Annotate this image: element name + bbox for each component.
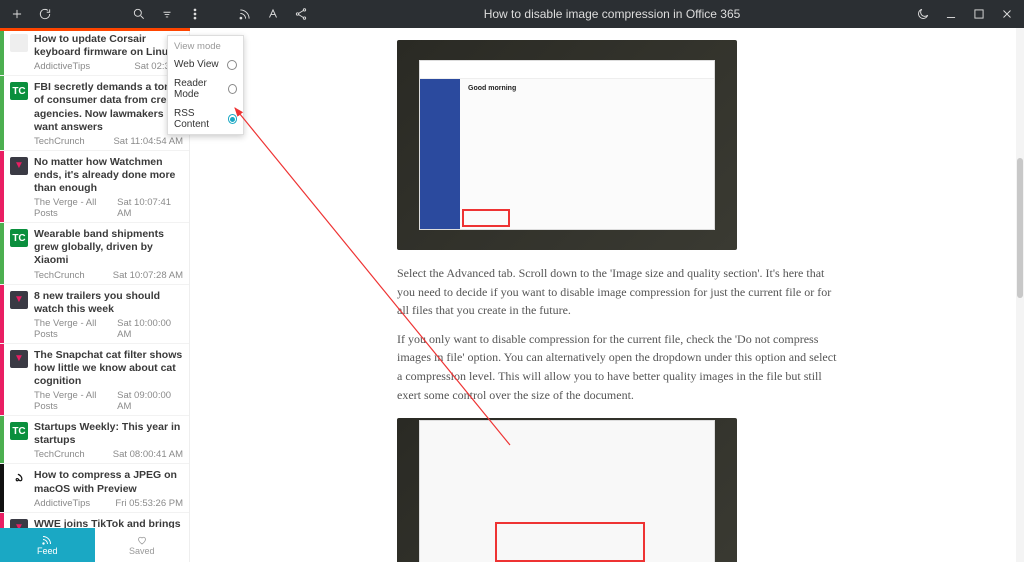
feed-list: How to update Corsair keyboard firmware …: [0, 28, 189, 528]
feed-item-source: The Verge - All Posts: [34, 390, 117, 412]
unread-mark: [0, 76, 4, 150]
feed-item-time: Sat 10:00:00 AM: [117, 318, 183, 340]
feed-item-title: 8 new trailers you should watch this wee…: [34, 290, 183, 316]
article-screenshot-2: [397, 418, 737, 562]
feed-item-title: How to compress a JPEG on macOS with Pre…: [34, 469, 183, 495]
radio-icon: [228, 114, 237, 124]
feed-item[interactable]: TC Wearable band shipments grew globally,…: [0, 223, 189, 284]
feed-item[interactable]: TC FBI secretly demands a ton of consumer…: [0, 76, 189, 151]
feed-item-title: The Snapchat cat filter shows how little…: [34, 349, 183, 388]
add-icon[interactable]: [10, 7, 24, 21]
minimize-icon[interactable]: [944, 7, 958, 21]
search-icon[interactable]: [132, 7, 146, 21]
feed-item[interactable]: How to update Corsair keyboard firmware …: [0, 28, 189, 76]
feed-item[interactable]: ▼ 8 new trailers you should watch this we…: [0, 285, 189, 344]
feed-item-source: TechCrunch: [34, 270, 85, 281]
view-mode-popup: View mode Web View Reader Mode RSS Content: [167, 35, 244, 135]
scrollbar-thumb[interactable]: [1017, 158, 1023, 298]
unread-mark: [0, 285, 4, 343]
source-favicon: ▼: [10, 291, 28, 309]
feed-item-time: Fri 05:53:26 PM: [115, 498, 183, 509]
scrollbar[interactable]: [1016, 28, 1024, 562]
feed-item-time: Sat 10:07:28 AM: [113, 270, 183, 281]
feed-item-source: AddictiveTips: [34, 61, 90, 72]
source-favicon: TC: [10, 229, 28, 247]
feed-item-source: TechCrunch: [34, 449, 85, 460]
load-progress: [0, 28, 190, 31]
view-mode-option-label: Reader Mode: [174, 78, 228, 100]
source-favicon: TC: [10, 82, 28, 100]
feed-item-title: Startups Weekly: This year in startups: [34, 421, 183, 447]
unread-mark: [0, 513, 4, 528]
view-mode-option[interactable]: Web View: [168, 55, 243, 74]
feed-item[interactable]: ▼ No matter how Watchmen ends, it's alrea…: [0, 151, 189, 223]
article-body: Good morning Select the Advanced tab. Sc…: [337, 28, 877, 562]
night-mode-icon[interactable]: [916, 7, 930, 21]
article-paragraph: If you only want to disable compression …: [397, 330, 837, 404]
feed-item-title: How to update Corsair keyboard firmware …: [34, 33, 183, 59]
maximize-icon[interactable]: [972, 7, 986, 21]
feed-item-source: TechCrunch: [34, 136, 85, 147]
heart-icon: [136, 534, 148, 546]
tab-saved[interactable]: Saved: [95, 528, 190, 562]
feed-item-source: AddictiveTips: [34, 498, 90, 509]
window-title: How to disable image compression in Offi…: [484, 7, 741, 21]
share-icon[interactable]: [294, 7, 308, 21]
unread-mark: [0, 464, 4, 511]
source-favicon: TC: [10, 422, 28, 440]
tab-feed-label: Feed: [37, 546, 58, 556]
radio-icon: [227, 60, 237, 70]
source-favicon: ఎ: [10, 470, 28, 488]
feed-item[interactable]: TC Startups Weekly: This year in startups…: [0, 416, 189, 464]
feed-item-title: WWE joins TikTok and brings popular entr…: [34, 518, 183, 528]
view-mode-option-label: Web View: [174, 59, 219, 70]
feed-item-source: The Verge - All Posts: [34, 318, 117, 340]
feed-item-time: Sat 09:00:00 AM: [117, 390, 183, 412]
view-mode-option[interactable]: Reader Mode: [168, 74, 243, 104]
view-mode-option[interactable]: RSS Content: [168, 104, 243, 134]
article-screenshot-1: Good morning: [397, 40, 737, 250]
feed-item-time: Sat 10:07:41 AM: [117, 197, 183, 219]
feed-item-title: No matter how Watchmen ends, it's alread…: [34, 156, 183, 195]
titlebar: How to disable image compression in Offi…: [0, 0, 1024, 28]
article-paragraph: Select the Advanced tab. Scroll down to …: [397, 264, 837, 320]
tab-saved-label: Saved: [129, 546, 155, 556]
unread-mark: [0, 151, 4, 222]
sidebar-bottom-tabs: Feed Saved: [0, 528, 189, 562]
source-favicon: [10, 34, 28, 52]
unread-mark: [0, 28, 4, 75]
popup-header: View mode: [168, 36, 243, 55]
rss-icon: [41, 534, 53, 546]
view-mode-option-label: RSS Content: [174, 108, 228, 130]
feed-item-title: Wearable band shipments grew globally, d…: [34, 228, 183, 267]
refresh-icon[interactable]: [38, 7, 52, 21]
feed-item-time: Sat 11:04:54 AM: [113, 136, 183, 147]
source-favicon: ▼: [10, 350, 28, 368]
feed-item-time: Sat 08:00:41 AM: [113, 449, 183, 460]
feed-item-source: The Verge - All Posts: [34, 197, 117, 219]
unread-mark: [0, 416, 4, 463]
sort-icon[interactable]: [160, 7, 174, 21]
feed-item[interactable]: ▼ The Snapchat cat filter shows how littl…: [0, 344, 189, 416]
source-favicon: ▼: [10, 519, 28, 528]
unread-mark: [0, 344, 4, 415]
more-icon[interactable]: [188, 7, 202, 21]
radio-icon: [228, 84, 237, 94]
source-favicon: ▼: [10, 157, 28, 175]
tab-feed[interactable]: Feed: [0, 528, 95, 562]
feed-item-title: FBI secretly demands a ton of consumer d…: [34, 81, 183, 134]
feed-sidebar: How to update Corsair keyboard firmware …: [0, 28, 190, 562]
content-pane: Good morning Select the Advanced tab. Sc…: [190, 28, 1024, 562]
feed-item[interactable]: ఎ How to compress a JPEG on macOS with Pr…: [0, 464, 189, 512]
feed-item[interactable]: ▼ WWE joins TikTok and brings popular ent…: [0, 513, 189, 528]
unread-mark: [0, 223, 4, 283]
close-icon[interactable]: [1000, 7, 1014, 21]
screenshot-caption: Good morning: [460, 79, 714, 98]
font-icon[interactable]: [266, 7, 280, 21]
rss-icon[interactable]: [238, 7, 252, 21]
